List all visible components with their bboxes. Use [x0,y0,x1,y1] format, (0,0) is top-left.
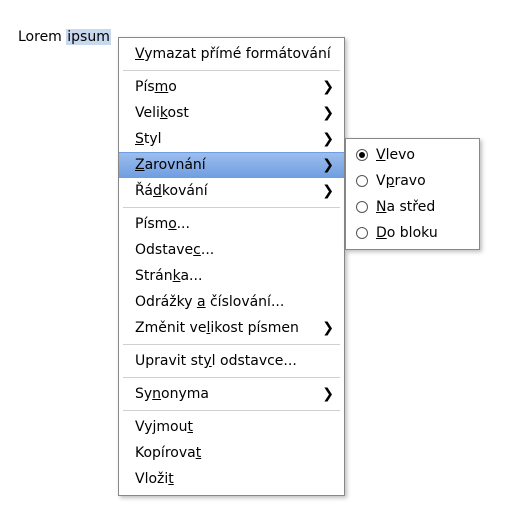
menu-item-alignment[interactable]: Zarovnání ❯ [119,152,344,178]
menu-item-clear-formatting[interactable]: Vymazat přímé formátování [119,41,344,67]
menu-item-line-spacing[interactable]: Řádkování ❯ [119,178,344,204]
alignment-submenu: Vlevo Vpravo Na střed Do bloku [345,138,480,250]
alignment-option-center[interactable]: Na střed [346,194,479,220]
menu-item-style[interactable]: Styl ❯ [119,126,344,152]
submenu-arrow-icon: ❯ [322,178,334,204]
option-label: Do bloku [376,220,438,246]
text-word: Lorem [18,29,62,45]
menu-item-change-case[interactable]: Změnit velikost písmen ❯ [119,315,344,341]
submenu-arrow-icon: ❯ [322,381,334,407]
radio-icon [356,149,368,161]
menu-item-synonyms[interactable]: Synonyma ❯ [119,381,344,407]
menu-item-copy[interactable]: Kopírovat [119,440,344,466]
menu-separator [123,70,340,71]
submenu-arrow-icon: ❯ [322,153,334,177]
radio-icon [356,175,368,187]
menu-item-font-dialog[interactable]: Písmo... [119,211,344,237]
submenu-arrow-icon: ❯ [322,100,334,126]
menu-item-paste[interactable]: Vložit [119,466,344,492]
radio-icon [356,201,368,213]
menu-separator [123,410,340,411]
menu-separator [123,207,340,208]
menu-item-font[interactable]: Písmo ❯ [119,74,344,100]
document-text[interactable]: Lorem ipsum [18,29,111,45]
alignment-option-left[interactable]: Vlevo [346,142,479,168]
alignment-option-right[interactable]: Vpravo [346,168,479,194]
submenu-arrow-icon: ❯ [322,126,334,152]
menu-item-cut[interactable]: Vyjmout [119,414,344,440]
menu-separator [123,377,340,378]
option-label: Vpravo [376,168,426,194]
menu-item-page-dialog[interactable]: Stránka... [119,263,344,289]
radio-icon [356,227,368,239]
option-label: Na střed [376,194,435,220]
menu-item-size[interactable]: Velikost ❯ [119,100,344,126]
menu-separator [123,344,340,345]
menu-item-bullets-numbering[interactable]: Odrážky a číslování... [119,289,344,315]
menu-item-edit-paragraph-style[interactable]: Upravit styl odstavce... [119,348,344,374]
menu-item-paragraph-dialog[interactable]: Odstavec... [119,237,344,263]
option-label: Vlevo [376,142,415,168]
text-selection: ipsum [66,29,111,45]
alignment-option-block[interactable]: Do bloku [346,220,479,246]
context-menu: Vymazat přímé formátování Písmo ❯ Veliko… [118,37,345,496]
submenu-arrow-icon: ❯ [322,74,334,100]
submenu-arrow-icon: ❯ [322,315,334,341]
